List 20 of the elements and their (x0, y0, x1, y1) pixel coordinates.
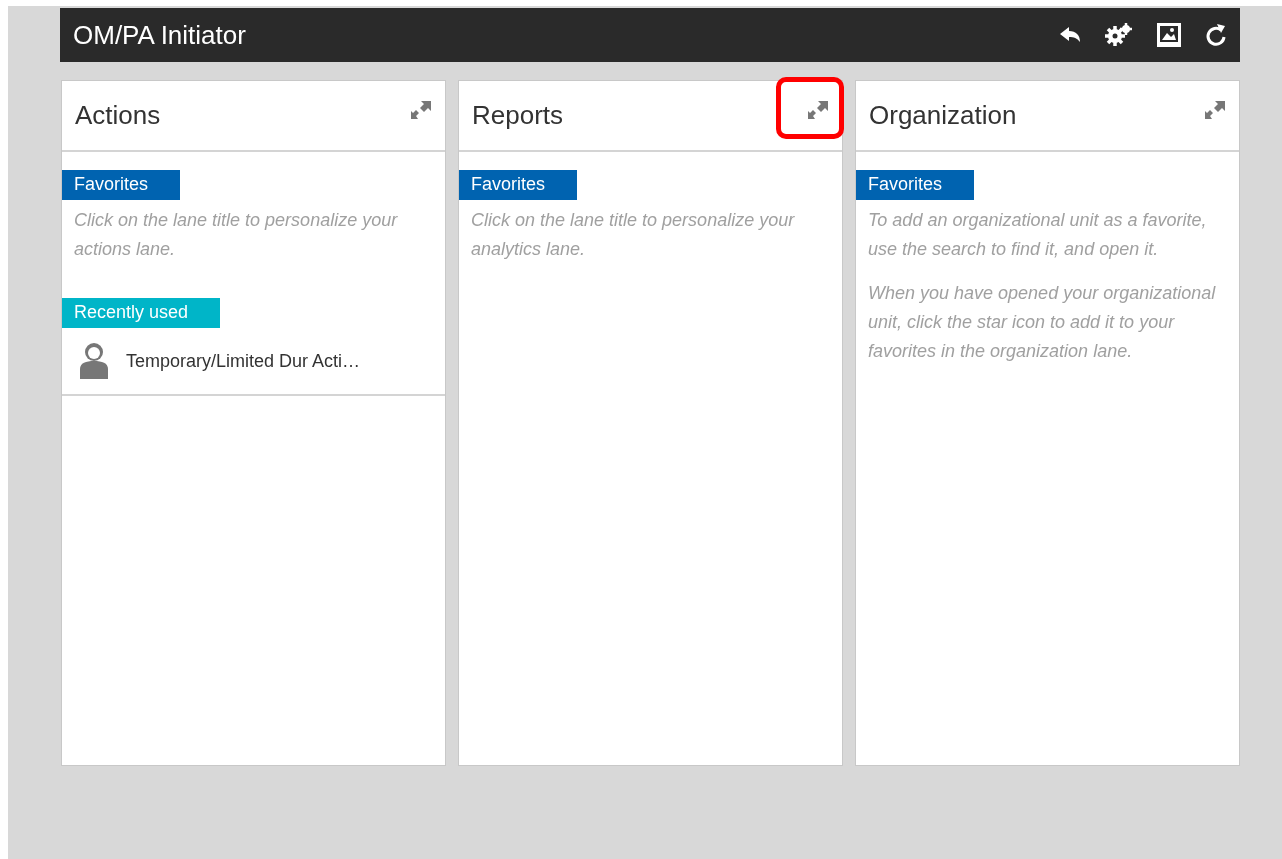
app-title: OM/PA Initiator (73, 19, 247, 51)
hint-text: Click on the lane title to personalize your actions lane. (74, 209, 399, 261)
expand-icon[interactable] (1203, 98, 1227, 121)
lane-title[interactable]: Organization (869, 100, 1017, 131)
list-item[interactable]: Temporary/Limited Dur Acti… (126, 350, 361, 372)
section-tag: Favorites (856, 170, 975, 200)
hint-text: Click on the lane title to personalize your analytics lane. (471, 209, 796, 261)
hint-text: To add an organizational unit as a favorite, use the search to find it, and open it. (868, 209, 1208, 261)
refresh-icon[interactable] (1204, 22, 1228, 48)
person-icon (78, 342, 110, 380)
lane-title[interactable]: Reports (472, 100, 564, 131)
picture-icon[interactable] (1156, 22, 1182, 48)
expand-icon[interactable] (409, 98, 433, 121)
gears-icon[interactable] (1104, 22, 1134, 48)
expand-icon[interactable] (806, 98, 830, 121)
hint-text: When you have opened your organizational unit, click the star icon to add it to your favorites in the organization lane. (868, 282, 1217, 363)
section-tag: Recently used (62, 298, 221, 328)
lane-title[interactable]: Actions (75, 100, 161, 131)
section-tag: Favorites (459, 170, 578, 200)
section-tag: Favorites (62, 170, 181, 200)
